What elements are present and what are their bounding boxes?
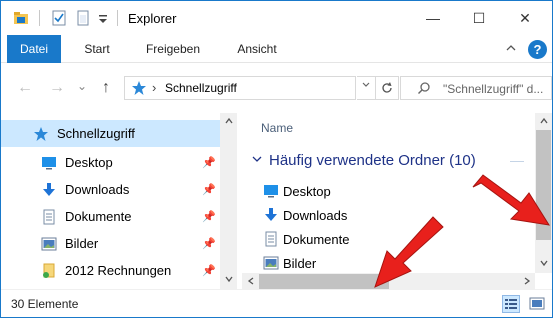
minimize-button[interactable]: — bbox=[410, 1, 456, 35]
pin-icon[interactable]: 📌 bbox=[202, 156, 216, 169]
close-icon: ✕ bbox=[519, 9, 531, 26]
quick-access-star-icon bbox=[131, 80, 147, 99]
expand-ribbon-icon[interactable] bbox=[505, 42, 517, 57]
address-dropdown-button[interactable] bbox=[357, 76, 376, 100]
pin-icon[interactable]: 📌 bbox=[202, 210, 216, 223]
recent-locations-button[interactable]: ⌄ bbox=[77, 79, 87, 93]
red-arrow-scrollbar-icon bbox=[472, 174, 551, 226]
address-bar[interactable]: › Schnellzugriff bbox=[124, 76, 356, 100]
sidebar-item-schnellzugriff[interactable]: Schnellzugriff bbox=[1, 120, 220, 147]
navigation-pane-scrollbar[interactable] bbox=[220, 113, 237, 289]
folder-icon bbox=[41, 263, 57, 279]
folder-app-icon bbox=[13, 10, 29, 26]
maximize-button[interactable]: ☐ bbox=[456, 1, 502, 35]
tab-ansicht[interactable]: Ansicht bbox=[223, 35, 291, 63]
large-icons-view-button[interactable] bbox=[528, 295, 546, 313]
sidebar-item-label: Bilder bbox=[65, 236, 99, 251]
sidebar-item-dokumente[interactable]: Dokumente 📌 bbox=[1, 203, 220, 230]
new-folder-icon[interactable] bbox=[75, 10, 91, 26]
search-placeholder: "Schnellzugriff" d... bbox=[443, 82, 544, 96]
maximize-icon: ☐ bbox=[472, 9, 486, 26]
star-icon bbox=[33, 126, 49, 142]
list-item-label: Bilder bbox=[283, 255, 317, 271]
sidebar-item-label: Downloads bbox=[65, 182, 130, 197]
group-title: Häufig verwendete Ordner (10) bbox=[269, 152, 476, 169]
navigation-pane: Schnellzugriff Desktop 📌 Downloads 📌 Dok… bbox=[1, 113, 239, 289]
up-button[interactable]: ↑ bbox=[102, 79, 110, 97]
sidebar-item-bilder[interactable]: Bilder 📌 bbox=[1, 230, 220, 257]
sidebar-item-label: Dokumente bbox=[65, 209, 132, 224]
details-view-button[interactable] bbox=[502, 295, 520, 313]
scroll-up-icon[interactable] bbox=[220, 116, 237, 129]
pin-icon[interactable]: 📌 bbox=[202, 237, 216, 250]
sidebar-item-desktop[interactable]: Desktop 📌 bbox=[1, 149, 220, 176]
item-count: 30 Elemente bbox=[11, 297, 79, 311]
document-icon bbox=[41, 209, 57, 225]
desktop-icon bbox=[263, 183, 279, 199]
tab-datei[interactable]: Datei bbox=[7, 35, 61, 63]
list-item[interactable]: Downloads bbox=[263, 204, 347, 226]
pin-icon[interactable]: 📌 bbox=[202, 183, 216, 196]
navigation-bar: ← → ⌄ ↑ › Schnellzugriff "Schnellzugriff… bbox=[1, 63, 552, 113]
scroll-down-icon[interactable] bbox=[220, 274, 237, 287]
scroll-left-icon[interactable] bbox=[242, 276, 259, 289]
scroll-up-icon[interactable] bbox=[535, 116, 552, 129]
explorer-window: Explorer — ☐ ✕ Datei Start Freigeben Ans… bbox=[0, 0, 553, 318]
forward-button[interactable]: → bbox=[49, 79, 65, 97]
download-icon bbox=[263, 207, 279, 223]
title-bar: Explorer — ☐ ✕ bbox=[1, 1, 552, 35]
horizontal-scroll-thumb[interactable] bbox=[259, 274, 389, 289]
list-item-label: Desktop bbox=[283, 183, 331, 199]
address-separator: › bbox=[152, 80, 157, 95]
list-item[interactable]: Dokumente bbox=[263, 228, 349, 250]
red-arrow-hscroll-icon bbox=[374, 216, 444, 288]
desktop-icon bbox=[41, 155, 57, 171]
pictures-icon bbox=[263, 255, 279, 271]
search-icon bbox=[417, 81, 431, 98]
refresh-button[interactable] bbox=[375, 76, 399, 100]
search-input[interactable]: "Schnellzugriff" d... bbox=[400, 76, 552, 100]
tab-start[interactable]: Start bbox=[71, 35, 123, 63]
sidebar-item-label: Desktop bbox=[65, 155, 113, 170]
group-collapse-icon[interactable] bbox=[251, 153, 263, 168]
minimize-icon: — bbox=[426, 10, 440, 26]
help-button[interactable]: ? bbox=[528, 40, 547, 59]
list-item[interactable]: Desktop bbox=[263, 180, 331, 202]
group-header[interactable]: Häufig verwendete Ordner (10) bbox=[251, 152, 476, 169]
address-text: Schnellzugriff bbox=[165, 81, 237, 95]
sidebar-item-label: 2012 Rechnungen bbox=[65, 263, 172, 278]
scroll-down-icon[interactable] bbox=[535, 258, 552, 271]
sidebar-item-downloads[interactable]: Downloads 📌 bbox=[1, 176, 220, 203]
list-item[interactable]: Bilder bbox=[263, 252, 316, 274]
download-icon bbox=[41, 182, 57, 198]
sidebar-item-label: Schnellzugriff bbox=[57, 126, 135, 141]
qat-separator bbox=[39, 10, 40, 26]
column-header-name[interactable]: Name bbox=[261, 121, 293, 135]
list-item-label: Downloads bbox=[283, 207, 348, 223]
title-separator bbox=[117, 10, 118, 26]
scroll-right-icon[interactable] bbox=[518, 276, 535, 289]
ribbon-tabs: Datei Start Freigeben Ansicht ? bbox=[1, 35, 552, 63]
list-item-label: Dokumente bbox=[283, 231, 350, 247]
close-button[interactable]: ✕ bbox=[502, 1, 548, 35]
pin-icon[interactable]: 📌 bbox=[202, 264, 216, 277]
pictures-icon bbox=[41, 236, 57, 252]
properties-icon[interactable] bbox=[51, 10, 67, 26]
customize-qat-icon[interactable] bbox=[97, 10, 113, 26]
back-button[interactable]: ← bbox=[17, 79, 33, 97]
group-divider bbox=[510, 161, 524, 162]
tab-freigeben[interactable]: Freigeben bbox=[134, 35, 212, 63]
sidebar-item-2012-rechnungen[interactable]: 2012 Rechnungen 📌 bbox=[1, 257, 220, 284]
document-icon bbox=[263, 231, 279, 247]
window-title: Explorer bbox=[128, 11, 177, 26]
status-bar: 30 Elemente bbox=[1, 289, 552, 317]
